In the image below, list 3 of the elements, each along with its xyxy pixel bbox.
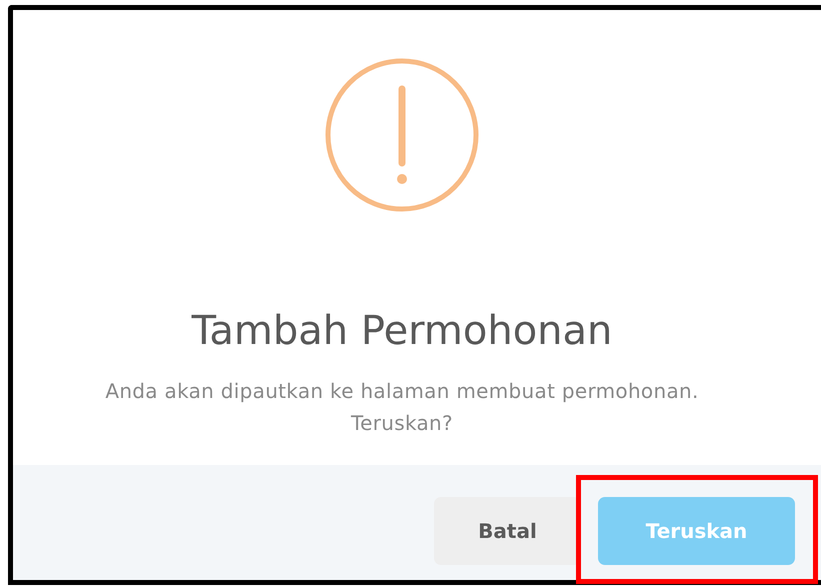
warning-icon	[324, 57, 480, 213]
dialog-message: Anda akan dipautkan ke halaman membuat permohonan. Teruskan?	[104, 378, 700, 437]
dialog-title: Tambah Permohonan	[192, 307, 612, 356]
